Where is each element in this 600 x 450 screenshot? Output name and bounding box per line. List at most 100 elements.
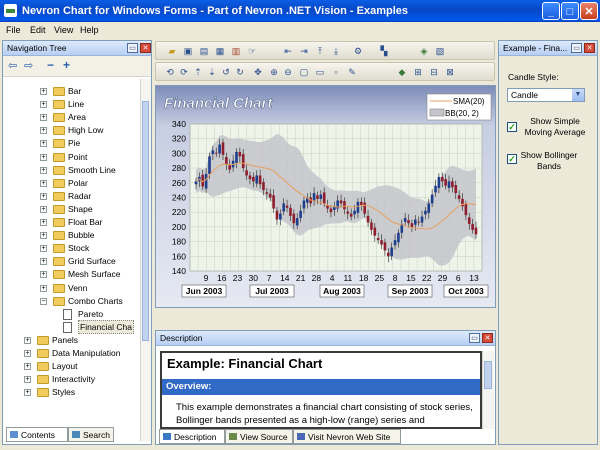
- elevate-icon[interactable]: ⇡: [192, 66, 204, 78]
- collapse-all-icon[interactable]: −: [47, 58, 54, 72]
- tree-item[interactable]: + Layout: [3, 360, 141, 372]
- minimize-button[interactable]: _: [542, 2, 560, 20]
- fill-icon[interactable]: ▧: [434, 45, 446, 57]
- align-icon[interactable]: ⊞: [412, 66, 424, 78]
- expand-icon[interactable]: +: [40, 232, 47, 240]
- candle-style-dropdown[interactable]: Candle ▼: [507, 88, 585, 102]
- expand-icon[interactable]: +: [40, 140, 47, 148]
- chevron-down-icon[interactable]: ▼: [572, 89, 584, 101]
- description-scrollbar[interactable]: [482, 351, 494, 429]
- distribute-icon[interactable]: ⊟: [428, 66, 440, 78]
- copy-icon[interactable]: ▥: [230, 45, 242, 57]
- tree-item[interactable]: + Venn: [3, 282, 141, 294]
- pin-icon[interactable]: ▭: [127, 43, 138, 53]
- layout-icon[interactable]: ▚: [378, 45, 390, 57]
- expand-icon[interactable]: +: [40, 153, 47, 161]
- move-icon[interactable]: ✥: [252, 66, 264, 78]
- expand-icon[interactable]: +: [40, 219, 47, 226]
- pin-icon[interactable]: ▭: [571, 43, 582, 53]
- menu-file[interactable]: File: [6, 25, 21, 35]
- tree-item[interactable]: + Float Bar: [3, 216, 141, 228]
- close-icon[interactable]: ✕: [140, 43, 151, 53]
- frame-icon[interactable]: ▭: [314, 66, 326, 78]
- tree-item[interactable]: + Stock: [3, 242, 141, 254]
- tilt-icon[interactable]: ↺: [220, 66, 232, 78]
- expand-icon[interactable]: +: [40, 101, 47, 109]
- back-arrow-icon[interactable]: ⇦: [8, 59, 17, 72]
- expand-icon[interactable]: +: [40, 245, 47, 253]
- tree-item[interactable]: + Radar: [3, 190, 141, 202]
- expand-icon[interactable]: +: [24, 363, 31, 371]
- tree-item[interactable]: Pareto: [3, 308, 141, 320]
- pin-icon[interactable]: ▭: [469, 333, 480, 343]
- expand-icon[interactable]: +: [24, 389, 31, 397]
- expand-icon[interactable]: +: [40, 284, 47, 292]
- paint-icon[interactable]: ◈: [418, 45, 430, 57]
- tree-item[interactable]: + Interactivity: [3, 373, 141, 385]
- tree-item[interactable]: + Pie: [3, 137, 141, 149]
- zoom-in-icon[interactable]: ⊕: [268, 66, 280, 78]
- grid-icon[interactable]: ⊠: [444, 66, 456, 78]
- expand-icon[interactable]: +: [40, 192, 47, 200]
- depress-icon[interactable]: ⇣: [206, 66, 218, 78]
- close-icon[interactable]: ✕: [482, 333, 493, 343]
- tab-description[interactable]: Description: [159, 429, 225, 444]
- expand-icon[interactable]: +: [40, 114, 47, 122]
- navigation-scrollbar[interactable]: [140, 79, 151, 441]
- tab-view-source[interactable]: View Source: [225, 429, 293, 444]
- tree-item[interactable]: + Data Manipulation: [3, 347, 141, 359]
- tree-item[interactable]: + Shape: [3, 203, 141, 215]
- tree-item[interactable]: + Smooth Line: [3, 164, 141, 176]
- expand-icon[interactable]: +: [24, 376, 31, 384]
- menu-edit[interactable]: Edit: [30, 25, 46, 35]
- settings-gear-icon[interactable]: ⚙: [352, 45, 364, 57]
- expand-icon[interactable]: +: [40, 88, 47, 95]
- zoom-out-icon[interactable]: ⊖: [282, 66, 294, 78]
- expand-icon[interactable]: +: [40, 205, 47, 213]
- nudge-down-icon[interactable]: ⤓: [330, 45, 342, 57]
- financial-chart[interactable]: Financial Chart SMA(20) BB(20, 2) 140 160 180…: [156, 86, 495, 307]
- tree-item[interactable]: + Mesh Surface: [3, 268, 141, 280]
- tab-visit-web-site[interactable]: Visit Nevron Web Site: [293, 429, 401, 444]
- style-icon[interactable]: ◆: [396, 66, 408, 78]
- tree-item[interactable]: + Line: [3, 98, 141, 110]
- expand-icon[interactable]: +: [40, 127, 47, 135]
- tree-item[interactable]: + Panels: [3, 334, 141, 346]
- close-icon[interactable]: ✕: [584, 43, 595, 53]
- menu-view[interactable]: View: [54, 25, 73, 35]
- rotate-right-icon[interactable]: ⟳: [178, 66, 190, 78]
- tree-item[interactable]: Financial Cha: [3, 319, 141, 334]
- tab-search[interactable]: Search: [68, 427, 114, 442]
- draw-icon[interactable]: ✎: [346, 66, 358, 78]
- menu-help[interactable]: Help: [80, 25, 99, 35]
- sma-checkbox[interactable]: ✓: [507, 122, 517, 132]
- select-icon[interactable]: ▫: [330, 66, 342, 78]
- tree-item[interactable]: + Polar: [3, 177, 141, 189]
- expand-icon[interactable]: +: [24, 336, 31, 344]
- open-icon[interactable]: ▰: [166, 45, 178, 57]
- expand-icon[interactable]: +: [40, 166, 47, 174]
- expand-all-icon[interactable]: +: [63, 58, 70, 72]
- nudge-right-icon[interactable]: ⇥: [298, 45, 310, 57]
- pointer-icon[interactable]: ☞: [246, 45, 258, 57]
- export-icon[interactable]: ▤: [198, 45, 210, 57]
- expand-icon[interactable]: +: [24, 350, 31, 357]
- tree-item[interactable]: + Point: [3, 151, 141, 163]
- expand-icon[interactable]: +: [40, 258, 47, 266]
- untilt-icon[interactable]: ↻: [234, 66, 246, 78]
- nudge-up-icon[interactable]: ⤒: [314, 45, 326, 57]
- tree-item[interactable]: + Styles: [3, 386, 141, 398]
- print-icon[interactable]: ▦: [214, 45, 226, 57]
- nudge-left-icon[interactable]: ⇤: [282, 45, 294, 57]
- tree-item[interactable]: + Bar: [3, 85, 141, 97]
- chart-panel[interactable]: Financial Chart SMA(20) BB(20, 2) 140 160 180…: [155, 85, 496, 308]
- rotate-left-icon[interactable]: ⟲: [164, 66, 176, 78]
- forward-arrow-icon[interactable]: ⇨: [24, 59, 33, 72]
- tree-item[interactable]: + Area: [3, 111, 141, 123]
- close-button[interactable]: ✕: [580, 2, 598, 20]
- tree-item[interactable]: − Combo Charts: [3, 295, 141, 307]
- expand-icon[interactable]: +: [40, 271, 47, 279]
- tab-contents[interactable]: Contents: [6, 427, 68, 442]
- tree-item[interactable]: + Grid Surface: [3, 255, 141, 267]
- maximize-button[interactable]: □: [561, 2, 579, 20]
